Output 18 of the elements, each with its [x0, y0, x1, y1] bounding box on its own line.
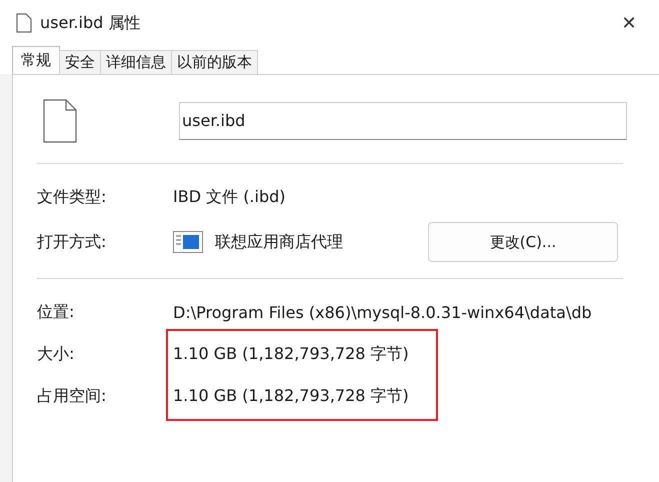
file-name-field[interactable]: user.ibd	[179, 102, 627, 140]
field-value: 联想应用商店代理	[215, 232, 343, 252]
field-value: 1.10 GB (1,182,793,728 字节)	[173, 386, 409, 406]
tab[interactable]: 以前的版本	[171, 50, 258, 74]
field-value: IBD 文件 (.ibd)	[173, 186, 286, 208]
field-label: 占用空间:	[37, 386, 108, 406]
field-label: 大小:	[37, 344, 76, 364]
field-label: 打开方式:	[37, 232, 108, 252]
field-label: 文件类型:	[37, 186, 108, 208]
window-title: user.ibd 属性	[40, 12, 140, 34]
tab[interactable]: 详细信息	[100, 50, 172, 74]
tab[interactable]: 安全	[59, 50, 101, 74]
change-button[interactable]: 更改(C)...	[428, 222, 618, 262]
close-button[interactable]: ✕	[599, 0, 659, 46]
tab[interactable]: 常规	[12, 46, 60, 74]
field-value: 1.10 GB (1,182,793,728 字节)	[173, 344, 409, 364]
field-label: 位置:	[37, 302, 76, 322]
field-value: D:\Program Files (x86)\mysql-8.0.31-winx64\data\db	[173, 302, 592, 322]
